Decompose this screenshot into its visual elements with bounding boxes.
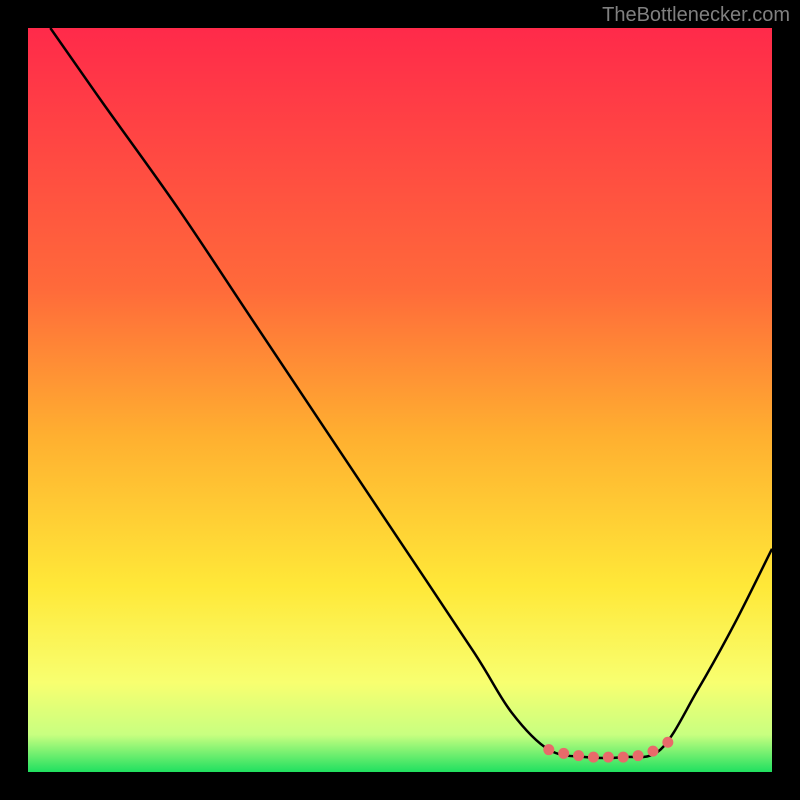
optimal-marker [573,750,584,761]
optimal-marker [633,750,644,761]
optimal-marker [588,752,599,763]
optimal-marker [618,752,629,763]
optimal-marker [603,752,614,763]
gradient-background [28,28,772,772]
watermark-text: TheBottlenecker.com [602,4,790,27]
chart-svg [28,28,772,772]
optimal-marker [558,748,569,759]
optimal-marker [662,737,673,748]
chart-plot-area [28,28,772,772]
optimal-marker [543,744,554,755]
optimal-marker [647,746,658,757]
